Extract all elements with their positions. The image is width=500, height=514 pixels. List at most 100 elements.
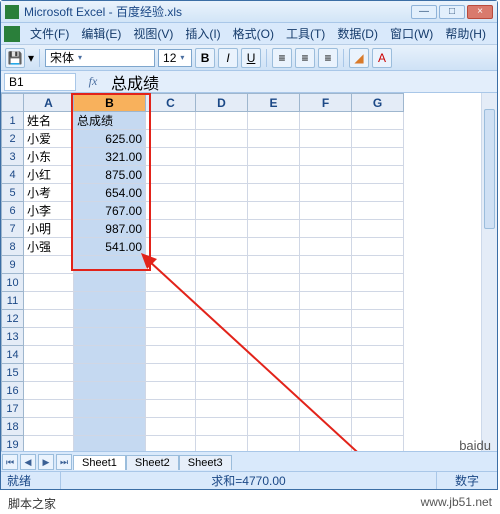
first-sheet-button[interactable]: ⏮ bbox=[2, 454, 18, 470]
cell-D2[interactable] bbox=[196, 130, 248, 148]
cell-A12[interactable] bbox=[24, 310, 74, 328]
cell-A1[interactable]: 姓名 bbox=[24, 112, 74, 130]
cell-F7[interactable] bbox=[300, 220, 352, 238]
spreadsheet-grid[interactable]: A B C D E F G 1姓名总成绩2小爱625.003小东321.004小… bbox=[1, 93, 497, 473]
font-color-icon[interactable]: A bbox=[372, 48, 392, 68]
cell-B2[interactable]: 625.00 bbox=[74, 130, 146, 148]
cell-A9[interactable] bbox=[24, 256, 74, 274]
cell-E18[interactable] bbox=[248, 418, 300, 436]
tab-sheet3[interactable]: Sheet3 bbox=[179, 455, 232, 470]
vertical-scrollbar[interactable] bbox=[481, 93, 497, 473]
cell-E10[interactable] bbox=[248, 274, 300, 292]
row-header-13[interactable]: 13 bbox=[2, 328, 24, 346]
minimize-button[interactable]: — bbox=[411, 5, 437, 19]
cell-D9[interactable] bbox=[196, 256, 248, 274]
cell-C10[interactable] bbox=[146, 274, 196, 292]
next-sheet-button[interactable]: ▶ bbox=[38, 454, 54, 470]
tab-sheet2[interactable]: Sheet2 bbox=[126, 455, 179, 470]
cell-G16[interactable] bbox=[352, 382, 404, 400]
cell-F11[interactable] bbox=[300, 292, 352, 310]
cell-E7[interactable] bbox=[248, 220, 300, 238]
row-header-11[interactable]: 11 bbox=[2, 292, 24, 310]
cell-G4[interactable] bbox=[352, 166, 404, 184]
cell-E13[interactable] bbox=[248, 328, 300, 346]
cell-C16[interactable] bbox=[146, 382, 196, 400]
cell-E1[interactable] bbox=[248, 112, 300, 130]
select-all-corner[interactable] bbox=[2, 94, 24, 112]
cell-D18[interactable] bbox=[196, 418, 248, 436]
cell-E2[interactable] bbox=[248, 130, 300, 148]
save-icon[interactable]: 💾 bbox=[5, 48, 25, 68]
cell-E5[interactable] bbox=[248, 184, 300, 202]
cell-A11[interactable] bbox=[24, 292, 74, 310]
cell-G12[interactable] bbox=[352, 310, 404, 328]
cell-A7[interactable]: 小明 bbox=[24, 220, 74, 238]
cell-C15[interactable] bbox=[146, 364, 196, 382]
cell-C18[interactable] bbox=[146, 418, 196, 436]
cell-D10[interactable] bbox=[196, 274, 248, 292]
underline-button[interactable]: U bbox=[241, 48, 261, 68]
cell-G14[interactable] bbox=[352, 346, 404, 364]
row-header-16[interactable]: 16 bbox=[2, 382, 24, 400]
cell-C2[interactable] bbox=[146, 130, 196, 148]
cell-C3[interactable] bbox=[146, 148, 196, 166]
cell-B12[interactable] bbox=[74, 310, 146, 328]
cell-E11[interactable] bbox=[248, 292, 300, 310]
cell-E9[interactable] bbox=[248, 256, 300, 274]
row-header-12[interactable]: 12 bbox=[2, 310, 24, 328]
cell-G1[interactable] bbox=[352, 112, 404, 130]
menu-tools[interactable]: 工具(T) bbox=[280, 23, 331, 44]
cell-C12[interactable] bbox=[146, 310, 196, 328]
col-header-G[interactable]: G bbox=[352, 94, 404, 112]
cell-G11[interactable] bbox=[352, 292, 404, 310]
cell-F6[interactable] bbox=[300, 202, 352, 220]
menu-insert[interactable]: 插入(I) bbox=[179, 23, 226, 44]
cell-G18[interactable] bbox=[352, 418, 404, 436]
cell-F8[interactable] bbox=[300, 238, 352, 256]
prev-sheet-button[interactable]: ◀ bbox=[20, 454, 36, 470]
row-header-14[interactable]: 14 bbox=[2, 346, 24, 364]
align-right-icon[interactable]: ≡ bbox=[318, 48, 338, 68]
cell-A5[interactable]: 小考 bbox=[24, 184, 74, 202]
col-header-D[interactable]: D bbox=[196, 94, 248, 112]
align-left-icon[interactable]: ≡ bbox=[272, 48, 292, 68]
fx-icon[interactable]: fx bbox=[79, 74, 107, 89]
cell-C4[interactable] bbox=[146, 166, 196, 184]
cell-G15[interactable] bbox=[352, 364, 404, 382]
cell-C5[interactable] bbox=[146, 184, 196, 202]
menu-window[interactable]: 窗口(W) bbox=[384, 23, 439, 44]
cell-F4[interactable] bbox=[300, 166, 352, 184]
cell-G8[interactable] bbox=[352, 238, 404, 256]
fill-color-icon[interactable]: ◢ bbox=[349, 48, 369, 68]
cell-B7[interactable]: 987.00 bbox=[74, 220, 146, 238]
cell-B10[interactable] bbox=[74, 274, 146, 292]
cell-E3[interactable] bbox=[248, 148, 300, 166]
row-header-1[interactable]: 1 bbox=[2, 112, 24, 130]
row-header-18[interactable]: 18 bbox=[2, 418, 24, 436]
cell-G10[interactable] bbox=[352, 274, 404, 292]
cell-G17[interactable] bbox=[352, 400, 404, 418]
bold-button[interactable]: B bbox=[195, 48, 215, 68]
cell-B13[interactable] bbox=[74, 328, 146, 346]
cell-G13[interactable] bbox=[352, 328, 404, 346]
cell-B16[interactable] bbox=[74, 382, 146, 400]
row-header-6[interactable]: 6 bbox=[2, 202, 24, 220]
cell-C6[interactable] bbox=[146, 202, 196, 220]
cell-A16[interactable] bbox=[24, 382, 74, 400]
italic-button[interactable]: I bbox=[218, 48, 238, 68]
col-header-C[interactable]: C bbox=[146, 94, 196, 112]
row-header-10[interactable]: 10 bbox=[2, 274, 24, 292]
cell-E6[interactable] bbox=[248, 202, 300, 220]
menu-view[interactable]: 视图(V) bbox=[127, 23, 179, 44]
row-header-2[interactable]: 2 bbox=[2, 130, 24, 148]
row-header-4[interactable]: 4 bbox=[2, 166, 24, 184]
row-header-15[interactable]: 15 bbox=[2, 364, 24, 382]
cell-B4[interactable]: 875.00 bbox=[74, 166, 146, 184]
cell-D7[interactable] bbox=[196, 220, 248, 238]
cell-D1[interactable] bbox=[196, 112, 248, 130]
cell-D12[interactable] bbox=[196, 310, 248, 328]
cell-C1[interactable] bbox=[146, 112, 196, 130]
col-header-B[interactable]: B bbox=[74, 94, 146, 112]
cell-E14[interactable] bbox=[248, 346, 300, 364]
cell-B11[interactable] bbox=[74, 292, 146, 310]
